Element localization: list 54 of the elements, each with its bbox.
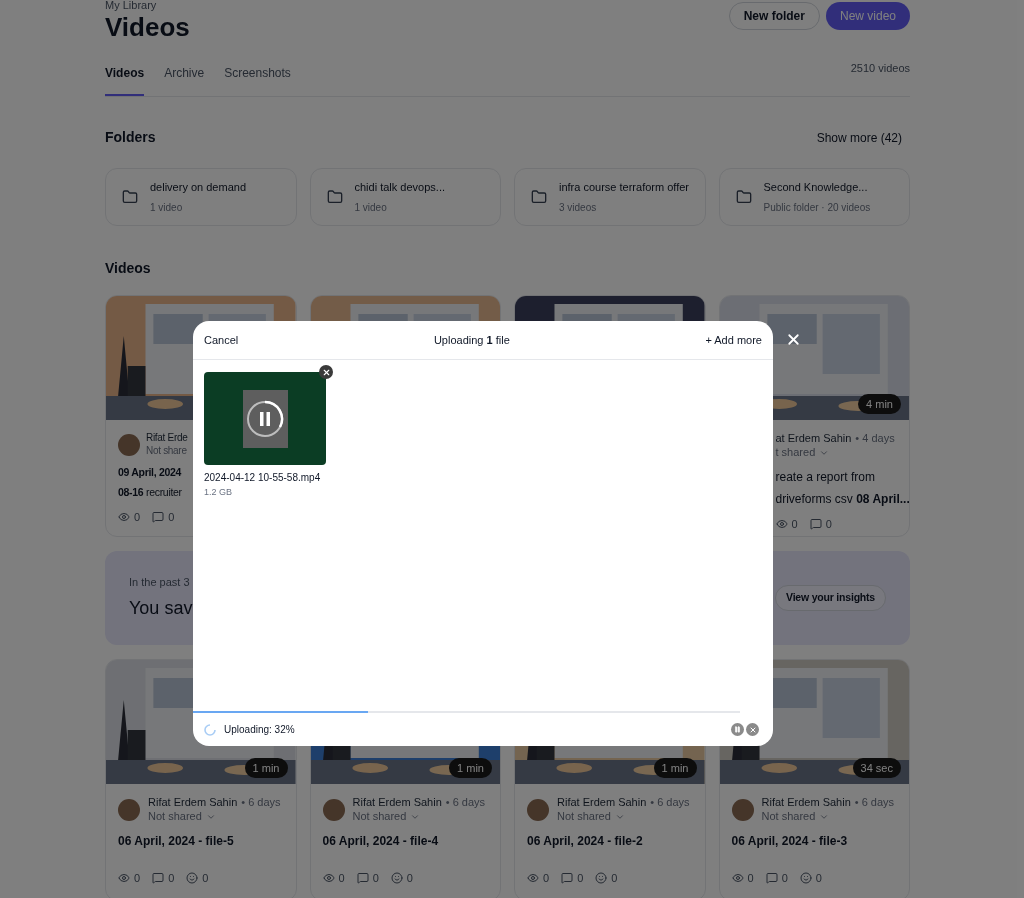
folder-meta: 1 video xyxy=(354,200,388,215)
stat-count: 0 xyxy=(134,870,141,886)
video-count: 2510 videos xyxy=(850,60,910,76)
stat-count: 0 xyxy=(747,870,754,886)
video-title: 06 April, 2024 - file-4 xyxy=(322,832,440,850)
folder-name: infra course terraform offer xyxy=(559,180,689,196)
stat-count: 0 xyxy=(611,870,618,886)
folder-name: Second Knowledge... xyxy=(763,180,869,196)
file-size: 1.2 GB xyxy=(204,486,233,499)
insights-caption: In the past 3 xyxy=(129,575,191,591)
stat-count: 0 xyxy=(406,870,413,886)
video-title: 09 April, 2024 xyxy=(118,465,182,480)
video-title: reate a report from xyxy=(775,468,876,486)
age-label: • 6 days xyxy=(241,796,281,810)
stat-count: 0 xyxy=(815,870,822,886)
author-name: Rifat Erdem Sahin xyxy=(352,796,442,810)
insights-headline: You sav xyxy=(129,596,193,620)
folder-meta: Public folder · 20 videos xyxy=(763,200,871,215)
stat-count: 0 xyxy=(338,870,345,886)
video-title: 08-16 recruiter xyxy=(118,484,182,500)
sharing-label: Not share xyxy=(146,444,187,457)
stat-count: 0 xyxy=(202,870,209,886)
folder-name: delivery on demand xyxy=(150,180,246,196)
folder-meta: 3 videos xyxy=(559,200,598,215)
author-name: Rifat Erde xyxy=(146,432,188,445)
age-label: • 6 days xyxy=(445,796,486,810)
stat-count: 0 xyxy=(825,516,832,532)
stat-count: 0 xyxy=(543,870,550,886)
author-name: Rifat Erdem Sahin xyxy=(557,796,647,810)
video-title: driveforms csv 08 April... xyxy=(775,490,909,508)
folder-meta: 1 video xyxy=(150,200,184,215)
stat-count: 0 xyxy=(781,870,788,886)
video-title: 06 April, 2024 - file-5 xyxy=(118,832,235,850)
age-label: • 6 days xyxy=(854,796,895,810)
file-name: 2024-04-12 10-55-58.mp4 xyxy=(204,471,322,484)
stat-count: 0 xyxy=(577,870,584,886)
stat-count: 0 xyxy=(791,516,798,532)
stat-count: 0 xyxy=(134,509,141,525)
stat-count: 0 xyxy=(168,509,175,525)
folder-name: chidi talk devops... xyxy=(354,180,445,196)
age-label: • 6 days xyxy=(650,796,690,810)
author-name: at Erdem Sahin xyxy=(775,432,852,446)
dialog-title: Uploading 1 file xyxy=(433,332,510,348)
video-title: 06 April, 2024 - file-2 xyxy=(527,832,644,850)
section-title: Folders xyxy=(105,128,156,147)
author-name: Rifat Erdem Sahin xyxy=(148,796,238,810)
stat-count: 0 xyxy=(168,870,175,886)
video-title: 06 April, 2024 - file-3 xyxy=(731,832,849,850)
author-name: Rifat Erdem Sahin xyxy=(761,796,851,810)
stat-count: 0 xyxy=(372,870,379,886)
page-title: Videos xyxy=(105,11,190,44)
upload-status: Uploading: 32% xyxy=(224,723,295,737)
section-title: Videos xyxy=(105,259,152,278)
age-label: • 4 days xyxy=(855,432,895,446)
